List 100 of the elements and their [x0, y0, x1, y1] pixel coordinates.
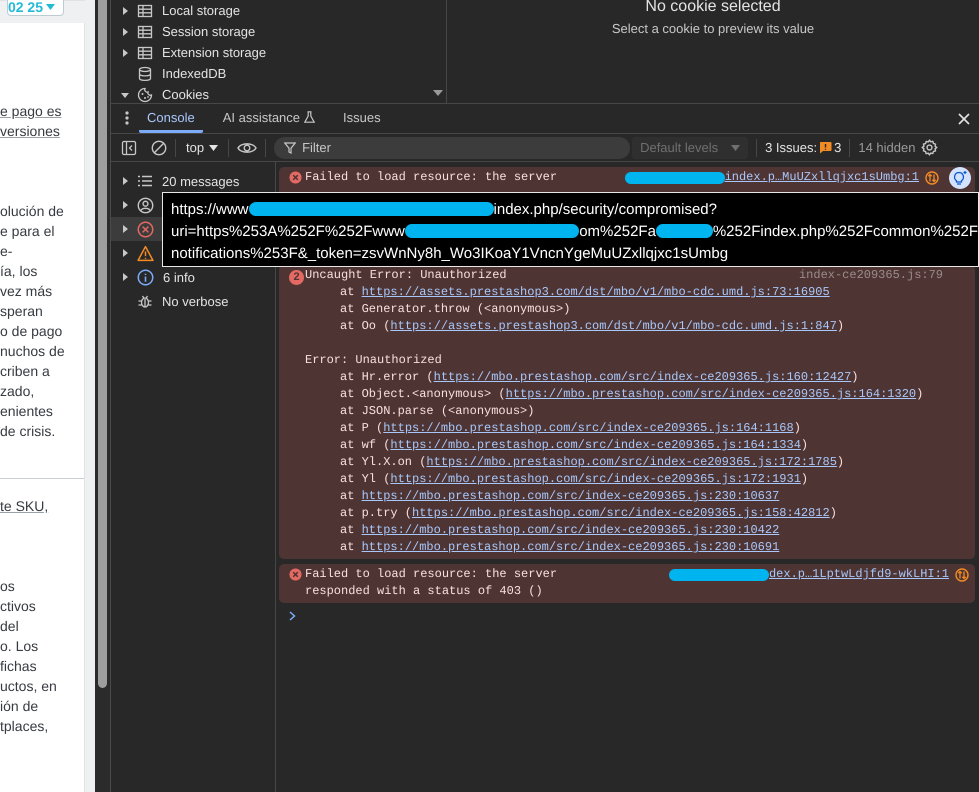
collapsed-arrow-icon[interactable]	[121, 177, 129, 185]
collapsed-arrow-icon[interactable]	[121, 273, 129, 281]
warning-icon	[137, 244, 154, 262]
stack-link[interactable]: https://mbo.prestashop.com/src/index-ce209365.js:158:42812	[412, 506, 830, 520]
article-link[interactable]: te SKU,	[0, 478, 84, 516]
stack-link[interactable]: https://mbo.prestashop.com/src/index-ce209365.js:164:1168	[383, 421, 794, 435]
sidebar-filter-item[interactable]: 6 info	[111, 265, 275, 289]
filter-icon	[284, 142, 296, 154]
list-icon	[137, 173, 153, 189]
collapsed-arrow-icon[interactable]	[121, 48, 129, 56]
network-request-icon[interactable]	[955, 568, 969, 582]
tooltip-text: notifications%253F&_token=zsvWnNy8h_Wo3IKoaY1VncnYgeMuUZxllqjxc1sUmbg	[171, 244, 728, 262]
network-request-icon[interactable]	[925, 171, 939, 185]
stack-frame: at https://assets.prestashop3.com/dst/mbo/v1/mbo-cdc.umd.js:73:16905	[305, 284, 975, 301]
tree-item-label: Session storage	[162, 24, 256, 39]
tooltip-text: uri=https%253A%252F%252Fwww	[171, 222, 405, 240]
error-message: Failed to load resource: the server	[305, 169, 558, 186]
issue-icon[interactable]	[819, 141, 832, 154]
flask-icon	[304, 111, 316, 123]
storage-tree-item[interactable]: Local storage	[111, 0, 446, 21]
clear-icon[interactable]	[151, 140, 167, 156]
filter-label: 20 messages	[162, 174, 240, 188]
stack-frame: at https://mbo.prestashop.com/src/index-ce209365.js:230:10691	[305, 539, 975, 556]
error-message: Uncaught Error: Unauthorized	[305, 267, 508, 284]
stack-frame: at Yl.X.on (https://mbo.prestashop.com/src/index-ce209365.js:172:1785)	[305, 454, 975, 471]
collapsed-arrow-icon[interactable]	[121, 28, 129, 36]
collapsed-arrow-icon[interactable]	[121, 249, 129, 257]
stack-link[interactable]: https://mbo.prestashop.com/src/index-ce209365.js:164:1320	[506, 387, 916, 401]
stack-link[interactable]: https://mbo.prestashop.com/src/index-ce209365.js:164:1334	[390, 438, 801, 452]
lightbulb-icon	[952, 170, 968, 186]
eye-icon[interactable]	[237, 140, 258, 154]
expanded-arrow-icon[interactable]	[121, 90, 129, 98]
cookie-icon	[137, 86, 153, 102]
bug-icon	[137, 293, 153, 309]
table-icon	[137, 24, 153, 40]
stack-frame: at Object.<anonymous> (https://mbo.prestashop.com/src/index-ce209365.js:164:1320)	[305, 386, 975, 403]
stack-frame: at P (https://mbo.prestashop.com/src/index-ce209365.js:164:1168)	[305, 420, 975, 437]
issues-label: 3 Issues:	[765, 140, 818, 155]
context-selector[interactable]: top	[184, 140, 220, 155]
caret-icon	[731, 144, 740, 150]
error-message: responded with a status of 403 ()	[305, 583, 544, 600]
stack-link[interactable]: https://assets.prestashop3.com/dst/mbo/v1/mbo-cdc.umd.js:73:16905	[362, 285, 830, 299]
tooltip-text: index.php/security/compromised?	[494, 200, 717, 218]
stack-link[interactable]: https://mbo.prestashop.com/src/index-ce209365.js:172:1785	[426, 455, 837, 469]
source-link[interactable]: index-ce209365.js:79	[798, 267, 943, 284]
settings-icon[interactable]	[921, 139, 938, 156]
issues-count[interactable]: 3	[834, 140, 842, 155]
tree-item-label: Cookies	[162, 87, 209, 102]
stack-frame: at Yl (https://mbo.prestashop.com/src/index-ce209365.js:172:1931)	[305, 471, 975, 488]
ai-explain-button[interactable]	[949, 167, 971, 189]
stack-link[interactable]: https://mbo.prestashop.com/src/index-ce209365.js:172:1931	[390, 472, 801, 486]
drawer-tab[interactable]: Console	[139, 104, 203, 133]
table-icon	[137, 44, 153, 60]
caret-icon	[209, 144, 218, 150]
article-paragraph: os ctivos del o. Los fichas uctos, en ión de tplaces,	[0, 577, 58, 736]
sidebar-toggle-icon[interactable]	[121, 140, 137, 156]
drawer-tab[interactable]: Issues	[335, 104, 389, 133]
source-link[interactable]: index.p…MuUZxllqjxc1sUmbg:1	[724, 169, 919, 186]
caret-icon	[46, 4, 55, 10]
article-link[interactable]: e pago es versiones	[0, 101, 84, 141]
source-link[interactable]: dex.p…1LptwLdjfd9-wkLHI:1	[768, 566, 949, 583]
collapsed-arrow-icon[interactable]	[121, 201, 129, 209]
article-paragraph: olución de e para el e- ía, los vez más speran o de pago nuchos de criben a zado, enientes de crisis.	[0, 202, 66, 441]
drawer-tab[interactable]: AI assistance	[214, 104, 324, 133]
stack-frame: at p.try (https://mbo.prestashop.com/src/index-ce209365.js:158:42812)	[305, 505, 975, 522]
user-icon	[137, 196, 154, 214]
tooltip-text: https://www	[171, 200, 249, 218]
storage-tree-item[interactable]: IndexedDB	[111, 63, 446, 84]
scroll-down-arrow-icon[interactable]	[433, 90, 443, 96]
scrollbar-thumb[interactable]	[98, 0, 107, 688]
collapsed-arrow-icon[interactable]	[121, 225, 129, 233]
stack-frame: at Hr.error (https://mbo.prestashop.com/src/index-ce209365.js:160:12427)	[305, 369, 975, 386]
stack-frame: at https://mbo.prestashop.com/src/index-ce209365.js:230:10637	[305, 488, 975, 505]
sidebar-filter-item[interactable]: No verbose	[111, 289, 275, 313]
table-icon	[137, 2, 153, 18]
storage-tree-item[interactable]: Extension storage	[111, 42, 446, 63]
tooltip-text: %252Findex.php%252Fcommon%252F	[712, 222, 978, 240]
error-icon	[289, 568, 302, 581]
sidebar-filter-item[interactable]: 20 messages	[111, 169, 275, 193]
stack-link[interactable]: https://mbo.prestashop.com/src/index-ce209365.js:230:10422	[362, 523, 780, 537]
filter-label: 6 info	[163, 270, 195, 284]
info-icon	[137, 268, 154, 286]
error-message: Failed to load resource: the server	[305, 566, 558, 583]
tree-item-label: Local storage	[162, 3, 240, 18]
stack-link[interactable]: https://mbo.prestashop.com/src/index-ce209365.js:230:10691	[362, 540, 780, 554]
filter-field[interactable]: Filter	[274, 136, 630, 158]
stack-link[interactable]: https://mbo.prestashop.com/src/index-ce209365.js:230:10637	[362, 489, 780, 503]
storage-tree-item[interactable]: Session storage	[111, 21, 446, 42]
close-icon[interactable]	[958, 112, 970, 124]
storage-tree-item[interactable]: Cookies	[111, 84, 446, 103]
more-icon[interactable]	[125, 111, 129, 125]
collapsed-arrow-icon[interactable]	[121, 6, 129, 14]
tree-item-label: IndexedDB	[162, 66, 226, 81]
stack-link[interactable]: https://mbo.prestashop.com/src/index-ce209365.js:160:12427	[434, 370, 852, 384]
error-icon	[137, 220, 154, 238]
stack-link[interactable]: https://assets.prestashop3.com/dst/mbo/v1/mbo-cdc.umd.js:1:847	[390, 319, 837, 333]
prompt-chevron-icon[interactable]	[289, 611, 296, 621]
tooltip-text: om%252Fa	[579, 222, 656, 240]
empty-state-hint: Select a cookie to preview its value	[612, 21, 814, 36]
error-icon	[289, 171, 302, 184]
